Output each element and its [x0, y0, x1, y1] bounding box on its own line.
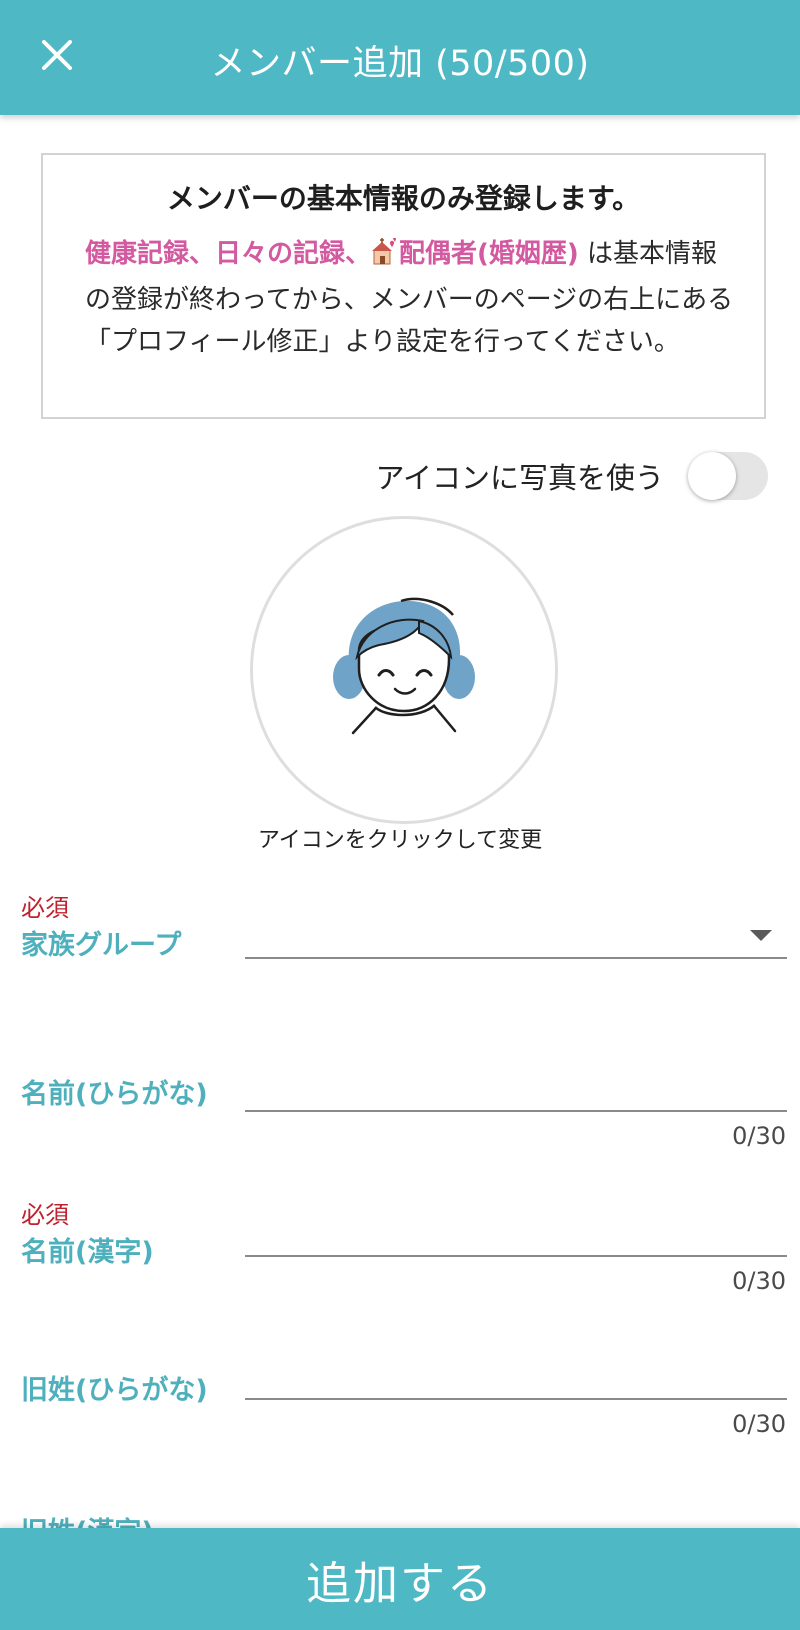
app-header: メンバー追加 (50/500) — [0, 0, 800, 115]
notice-highlight-records: 健康記録、日々の記録、 — [85, 239, 372, 269]
add-member-screen: メンバー追加 (50/500) メンバーの基本情報のみ登録します。 健康記録、日… — [0, 0, 800, 1630]
family-group-select[interactable] — [245, 913, 787, 959]
use-photo-toggle-row: アイコンに写真を使う — [375, 450, 768, 502]
old-surname-hiragana-field: 旧姓(ひらがな) 0/30 — [0, 1338, 800, 1448]
use-photo-toggle[interactable] — [688, 452, 768, 500]
old-surname-hiragana-counter: 0/30 — [732, 1410, 786, 1438]
name-hiragana-field: 名前(ひらがな) 0/30 — [0, 1050, 800, 1160]
wedding-chapel-icon — [371, 237, 397, 279]
family-group-field: 必須 家族グループ — [0, 888, 800, 988]
required-badge: 必須 — [21, 1201, 69, 1229]
girl-avatar-icon — [333, 597, 475, 735]
notice-highlight-spouse: 配偶者(婚姻歴) — [399, 239, 579, 269]
avatar-change-hint: アイコンをクリックして変更 — [257, 828, 543, 853]
notice-heading: メンバーの基本情報のみ登録します。 — [166, 182, 641, 215]
use-photo-label: アイコンに写真を使う — [375, 461, 664, 495]
name-hiragana-label: 名前(ひらがな) — [21, 1079, 208, 1110]
chevron-down-icon — [750, 930, 772, 941]
name-hiragana-input[interactable] — [245, 1068, 787, 1112]
name-kanji-input[interactable] — [245, 1213, 787, 1257]
avatar-picker[interactable] — [250, 516, 558, 824]
name-kanji-field: 必須 名前(漢字) 0/30 — [0, 1195, 800, 1305]
family-group-label: 家族グループ — [21, 930, 182, 961]
old-surname-hiragana-label: 旧姓(ひらがな) — [21, 1375, 208, 1406]
add-member-button[interactable]: 追加する — [0, 1528, 800, 1630]
name-kanji-label: 名前(漢字) — [21, 1237, 154, 1268]
required-badge: 必須 — [21, 894, 69, 922]
name-kanji-counter: 0/30 — [732, 1267, 786, 1295]
page-title: メンバー追加 (50/500) — [210, 43, 590, 84]
toggle-knob — [688, 452, 736, 500]
name-hiragana-counter: 0/30 — [732, 1122, 786, 1150]
notice-body: 健康記録、日々の記録、 配偶者(婚姻歴) は基本情報の登録が終わってから、メンバ… — [85, 233, 734, 363]
info-notice-box: メンバーの基本情報のみ登録します。 健康記録、日々の記録、 配偶者(婚姻歴) は… — [41, 153, 766, 419]
old-surname-hiragana-input[interactable] — [245, 1356, 787, 1400]
